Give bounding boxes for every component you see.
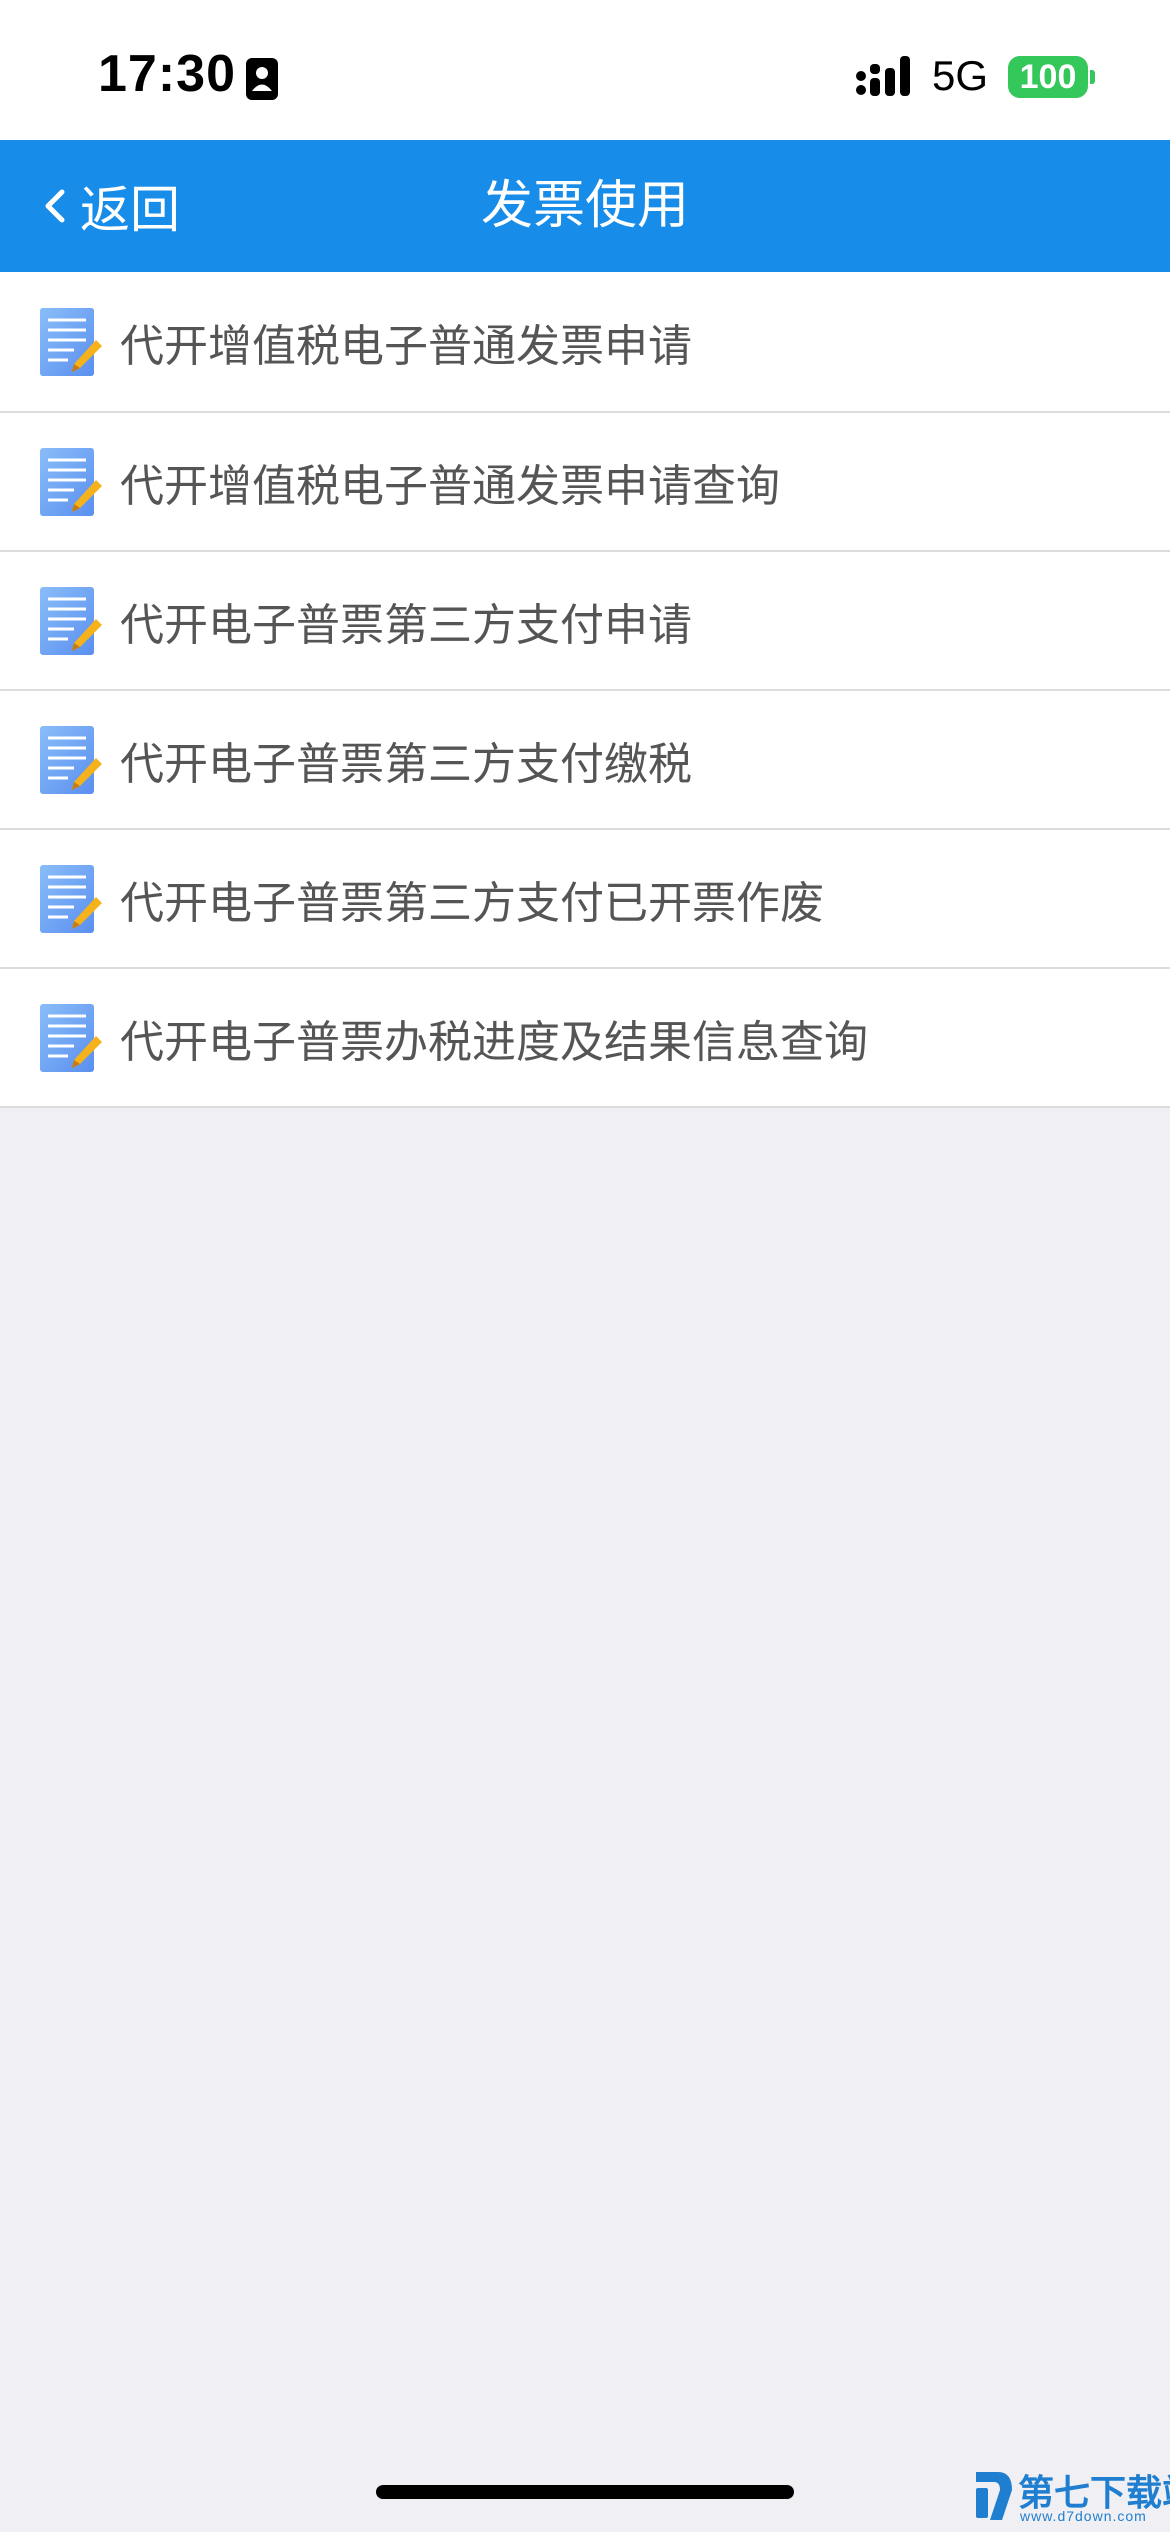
back-button[interactable]: 返回 [40,168,180,244]
back-label: 返回 [80,181,180,239]
network-label: 5G [932,52,989,99]
battery-icon: 100 [1008,56,1088,98]
menu-item-third-party-pay-tax[interactable]: 代开电子普票第三方支付缴税 [0,691,1170,830]
chevron-left-icon [45,189,65,223]
d7-logo-icon [976,2472,1012,2520]
menu-item-third-party-apply[interactable]: 代开电子普票第三方支付申请 [0,552,1170,691]
watermark: 第七下载站 www.d7down.com [972,2460,1170,2532]
home-indicator[interactable] [376,2485,794,2499]
signal-icon [856,56,910,96]
menu-item-label: 代开增值税电子普通发票申请 [120,320,692,372]
menu-item-label: 代开电子普票办税进度及结果信息查询 [120,1016,868,1068]
menu-item-apply-query[interactable]: 代开增值税电子普通发票申请查询 [0,413,1170,552]
status-bar: 17:30 5G 100 [0,0,1170,140]
document-pencil-icon [40,447,102,516]
menu-item-third-party-void[interactable]: 代开电子普票第三方支付已开票作废 [0,830,1170,969]
menu-list: 代开增值税电子普通发票申请 代开增值税电子普通发票申请查询 代开电子普票第三方支… [0,272,1170,1108]
document-pencil-icon [40,586,102,655]
menu-item-label: 代开电子普票第三方支付已开票作废 [120,877,824,929]
document-pencil-icon [40,307,102,376]
id-card-icon [246,58,278,100]
nav-bar: 返回 发票使用 [0,140,1170,272]
document-pencil-icon [40,1003,102,1072]
watermark-url: www.d7down.com [1020,2508,1147,2524]
menu-item-label: 代开电子普票第三方支付申请 [120,599,692,651]
menu-item-progress-query[interactable]: 代开电子普票办税进度及结果信息查询 [0,969,1170,1108]
status-time: 17:30 [98,45,236,103]
document-pencil-icon [40,725,102,794]
menu-item-label: 代开电子普票第三方支付缴税 [120,738,692,790]
battery-tip [1090,70,1095,84]
menu-item-apply[interactable]: 代开增值税电子普通发票申请 [0,272,1170,413]
menu-item-label: 代开增值税电子普通发票申请查询 [120,460,780,512]
document-pencil-icon [40,864,102,933]
